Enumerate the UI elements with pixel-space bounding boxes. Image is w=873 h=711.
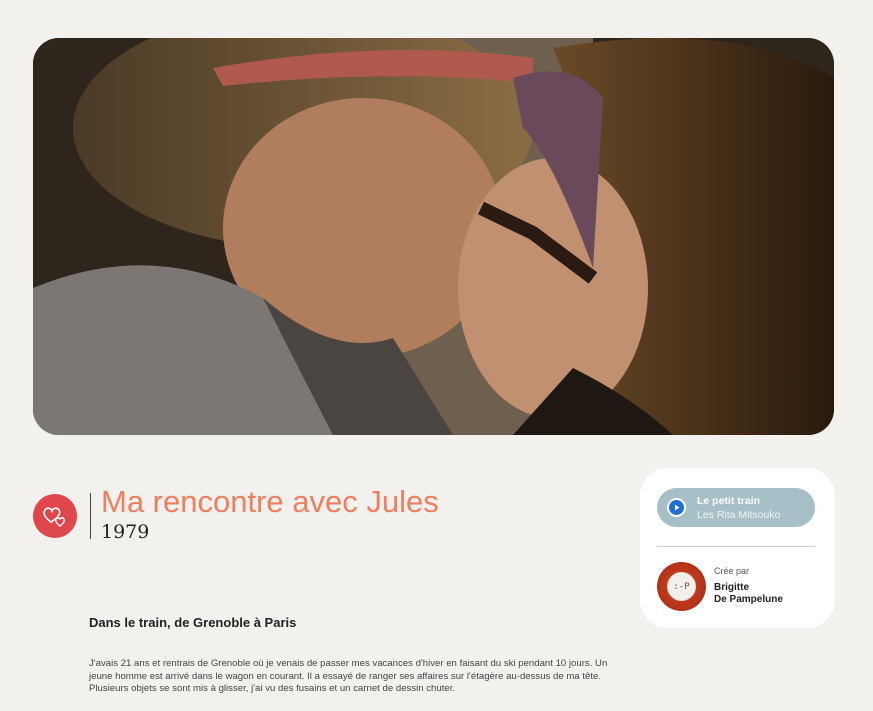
avatar-face: :-P — [667, 572, 696, 601]
story-body: J'avais 21 ans et rentrais de Grenoble o… — [89, 658, 608, 694]
avatar[interactable]: :-P — [657, 562, 706, 611]
hero-photo — [33, 38, 834, 435]
hero-photo-illustration — [33, 38, 834, 435]
music-player[interactable]: Le petit train Les Rita Mitsouko — [657, 488, 815, 527]
creator-name[interactable]: Brigitte De Pampelune — [714, 582, 783, 606]
song-title: Le petit train — [697, 495, 761, 507]
card-divider — [657, 546, 815, 547]
play-icon[interactable] — [667, 498, 686, 517]
story-year: 1979 — [101, 521, 150, 543]
two-hearts-icon — [33, 494, 77, 538]
story-subtitle: Dans le train, de Grenoble à Paris — [89, 615, 297, 630]
title-divider — [90, 493, 91, 539]
creator-last-name: De Pampelune — [714, 594, 783, 605]
page-title: Ma rencontre avec Jules — [101, 484, 439, 519]
song-artist: Les Rita Mitsouko — [697, 509, 781, 521]
creator-first-name: Brigitte — [714, 582, 749, 593]
created-by-label: Crée par — [714, 566, 750, 576]
info-card: Le petit train Les Rita Mitsouko :-P Cré… — [640, 468, 835, 628]
